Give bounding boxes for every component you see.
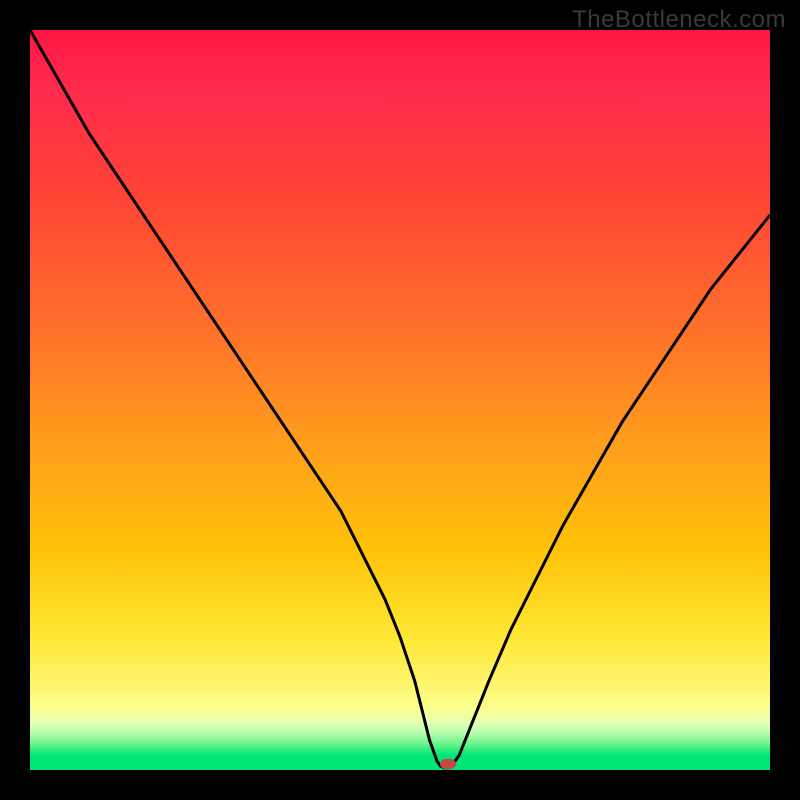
chart-frame: TheBottleneck.com <box>0 0 800 800</box>
optimum-marker <box>440 759 456 769</box>
watermark-text: TheBottleneck.com <box>572 6 786 34</box>
curve-path <box>30 30 770 768</box>
plot-area <box>30 30 770 770</box>
bottleneck-curve <box>30 30 770 770</box>
